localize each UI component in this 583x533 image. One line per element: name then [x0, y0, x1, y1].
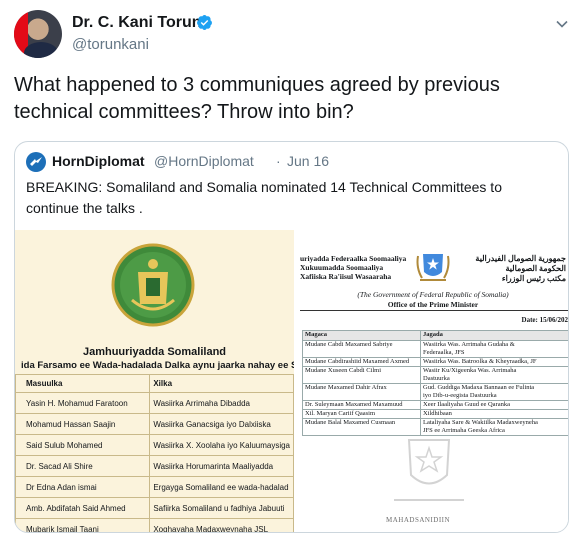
table-cell: Xeer Ilaaliyaha Guud ee Qaranka [420, 400, 568, 410]
table-row: Mudane Cabdi Maxamed Sabriye Wasiirka Wa… [302, 340, 568, 358]
doc-right-header-left: uriyadda Federaalka Soomaaliya Xukuumadd… [300, 254, 406, 281]
table-row: Yasin H. Mohamud Faratoon Wasiirka Arrim… [15, 392, 294, 414]
table-row: Masuulka Xilka [15, 374, 294, 393]
table-cell: Mudane Cabdi Maxamed Sabriye [302, 340, 421, 358]
cell-line: Wasiir Ku/Xigeenka Was. Arrimaha [423, 367, 517, 375]
doc-right-table: Magaca Jagada Mudane Cabdi Maxamed Sabri… [302, 330, 568, 436]
table-row: Dr. Suleymaan Maxamed Maxamuud Xeer Ilaa… [302, 400, 568, 410]
horn-logo-icon [30, 157, 42, 166]
table-row: Mudane Maxamed Dahir Afrax Gud. Guddiga … [302, 383, 568, 401]
table-row: Mudane Balal Maxamed Cusmaan Lataliyaha … [302, 418, 568, 436]
chevron-down-icon[interactable] [554, 16, 570, 32]
table-cell: Said Sulub Mohamed [15, 434, 151, 456]
header-line: مكتب رئيس الوزراء [501, 274, 566, 283]
somaliland-emblem-icon [111, 243, 195, 327]
table-cell: Mudane Maxamed Dahir Afrax [302, 383, 421, 401]
table-row: Dr. Sacad Ali Shire Wasiirka Horumarinta… [15, 455, 294, 477]
somalia-emblem-icon [416, 254, 450, 281]
table-row: Mubarik Ismail Taani Xoghayaha Madaxweyn… [15, 518, 294, 532]
table-row: Mohamud Hassan Saajin Wasiirka Ganacsiga… [15, 413, 294, 435]
author-handle[interactable]: @torunkani [72, 36, 149, 53]
cell-line: JFS ee Arrimaha Geeska Africa [423, 427, 505, 434]
doc-right-footer: MAHADSANIDIIN [386, 516, 451, 524]
cell-line: Wasiirka Was. Arrimaha Gudaha & [423, 341, 515, 349]
cell-line: Lataliyaha Sare & Wakiilka Madaxweyneha [423, 419, 538, 427]
table-cell: Yasin H. Mohamud Faratoon [15, 392, 151, 414]
divider [300, 310, 568, 311]
quoted-tweet[interactable]: HornDiplomat @HornDiplomat · Jun 16 BREA… [14, 141, 569, 533]
table-cell: Amb. Abdifatah Said Ahmed [15, 497, 151, 519]
doc-right-header-arabic: جمهورية الصومال الفيدرالية الحكومة الصوم… [475, 254, 566, 284]
table-cell: Wasiir Ku/Xigeenka Was. Arrimaha Dastuurk… [420, 366, 568, 384]
table-row: Xil. Maryan Cariif Qaasim Xildhibaan [302, 409, 568, 419]
header-line: جمهورية الصومال الفيدرالية [475, 254, 566, 263]
tweet-text: What happened to 3 communiques agreed by… [14, 74, 500, 123]
header-line: الحكومة الصومالية [505, 264, 566, 273]
quoted-avatar [26, 152, 46, 172]
doc-right-date: Date: 15/06/202 [521, 316, 568, 324]
doc-left-table: Masuulka Xilka Yasin H. Mohamud Faratoon… [15, 374, 294, 532]
somaliland-document-image[interactable]: Jamhuuriyadda Somaliland ida Farsamo ee … [15, 230, 294, 532]
verified-badge-icon [197, 14, 212, 30]
doc-right-government-line: (The Government of Federal Republic of S… [357, 290, 509, 299]
quoted-display-name: HornDiplomat [52, 153, 145, 169]
cell-line: Xildhibaan [423, 410, 452, 418]
author-avatar[interactable] [14, 10, 62, 58]
table-cell: Dr Edna Adan ismai [15, 476, 151, 498]
cell-line: Dastuurka [423, 375, 450, 382]
table-cell: Xoghayaha Madaxweynaha JSL [149, 518, 294, 532]
doc-right-office-line: Office of the Prime Minister [387, 300, 479, 309]
cell-line: Xeer Ilaaliyaha Guud ee Qaranka [423, 401, 510, 409]
table-cell: Xil. Maryan Cariif Qaasim [302, 409, 421, 419]
quoted-text: BREAKING: Somaliland and Somalia nominat… [26, 179, 502, 216]
quoted-date: Jun 16 [287, 153, 330, 169]
table-cell: Wasiirka Was. Arrimaha Gudaha & Federaalk… [420, 340, 568, 358]
header-line: Xukuumadda Soomaaliya [300, 263, 384, 272]
table-cell: Mudane Cabdirashiid Maxamed Axmed [302, 357, 421, 367]
table-row: Dr Edna Adan ismai Ergayga Somaliland ee… [15, 476, 294, 498]
separator-dot: · [276, 153, 281, 169]
table-header: Magaca [302, 330, 421, 341]
table-cell: Lataliyaha Sare & Wakiilka Madaxweyneha J… [420, 418, 568, 436]
table-header: Jagada [420, 330, 568, 341]
cell-line: Wasiirka Was. Batroolka & Kheyraadka, JF [423, 358, 537, 366]
table-row: Mudane Cabdirashiid Maxamed Axmed Wasiir… [302, 357, 568, 367]
table-cell: Mudane Balal Maxamed Cusmaan [302, 418, 421, 436]
table-row: Amb. Abdifatah Said Ahmed Safiirka Somal… [15, 497, 294, 519]
header-line: Xafiiska Ra'iisul Wasaaraha [300, 272, 392, 281]
table-cell: Wasiirka Was. Batroolka & Kheyraadka, JF [420, 357, 568, 367]
table-cell: Mudane Xuseen Cabdi Cilmi [302, 366, 421, 384]
somalia-document-image[interactable]: uriyadda Federaalka Soomaaliya Xukuumadd… [296, 230, 568, 532]
table-cell: Xildhibaan [420, 409, 568, 419]
table-cell: Dr. Suleymaan Maxamed Maxamuud [302, 400, 421, 410]
quoted-images: Jamhuuriyadda Somaliland ida Farsamo ee … [15, 230, 568, 532]
doc-left-subtitle: ida Farsamo ee Wada-hadalada Dalka aynu … [21, 360, 294, 371]
table-cell: Safiirka Somaliland u fadhiya Jabuuti [149, 497, 294, 519]
cell-line: iyo Dib-u-eegista Dastuurka [423, 392, 497, 399]
table-row: Mudane Xuseen Cabdi Cilmi Wasiir Ku/Xige… [302, 366, 568, 384]
table-cell: Wasiirka Ganacsiga iyo Dalxiiska [149, 413, 294, 435]
doc-left-title: Jamhuuriyadda Somaliland [82, 346, 227, 358]
table-cell: Mubarik Ismail Taani [15, 518, 151, 532]
cell-line: Gud. Guddiga Madaxa Bannaan ee Fulinta [423, 384, 535, 392]
cell-line: Federaalka, JFS [423, 349, 465, 356]
table-cell: Dr. Sacad Ali Shire [15, 455, 151, 477]
table-cell: Wasiirka Arrimaha Dibadda [149, 392, 294, 414]
table-cell: Wasiirka Horumarinta Maaliyadda [149, 455, 294, 477]
quoted-handle: @HornDiplomat [154, 153, 254, 169]
table-cell: Gud. Guddiga Madaxa Bannaan ee Fulinta iy… [420, 383, 568, 401]
table-row: Magaca Jagada [302, 330, 568, 341]
table-cell: Mohamud Hassan Saajin [15, 413, 151, 435]
header-line: uriyadda Federaalka Soomaaliya [300, 254, 407, 263]
table-header: Masuulka [15, 374, 151, 393]
watermark-emblem-icon [394, 439, 464, 501]
table-cell: Wasiirka X. Xoolaha iyo Kaluumaysiga [149, 434, 294, 456]
author-display-name[interactable]: Dr. C. Kani Torun [72, 14, 201, 32]
table-cell: Ergayga Somaliland ee wada-hadalad [149, 476, 294, 498]
tweet-header: Dr. C. Kani Torun @torunkani [14, 8, 570, 58]
table-header: Xilka [149, 374, 294, 393]
table-row: Said Sulub Mohamed Wasiirka X. Xoolaha i… [15, 434, 294, 456]
